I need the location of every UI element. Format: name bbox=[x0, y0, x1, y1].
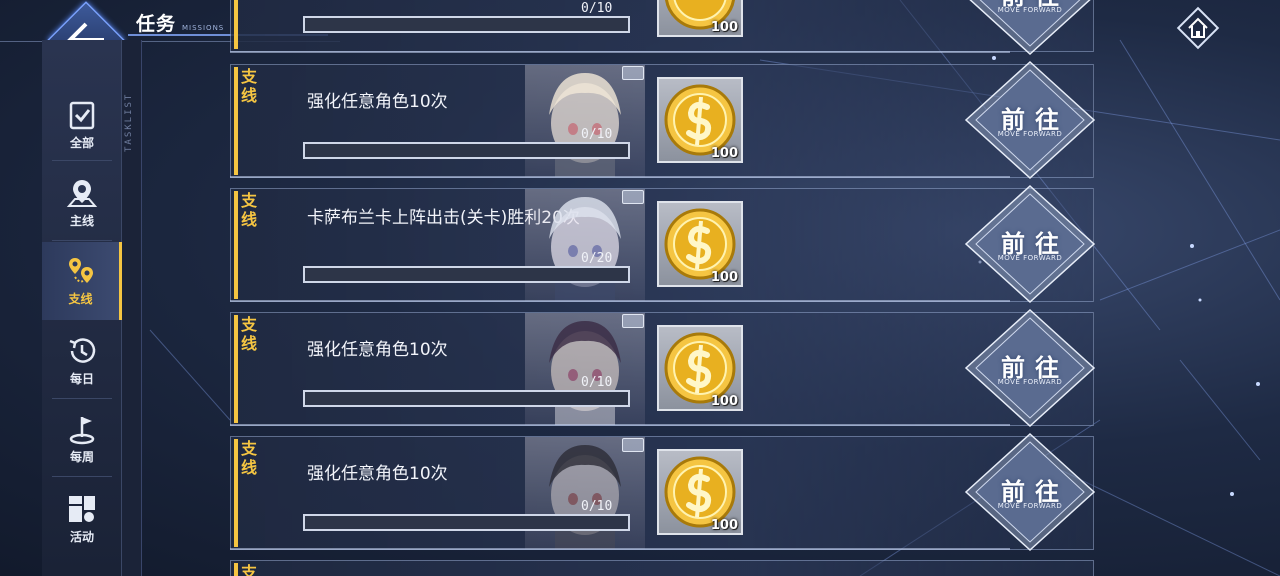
card-separator bbox=[230, 300, 1010, 302]
sidebar-item-label: 支线 bbox=[68, 292, 93, 306]
video-icon[interactable] bbox=[622, 314, 644, 328]
home-button[interactable] bbox=[1176, 6, 1220, 50]
reward-amount: 100 bbox=[710, 394, 738, 409]
go-sublabel: MOVE FORWARD bbox=[997, 254, 1063, 262]
progress-bar bbox=[303, 390, 630, 407]
reward-amount: 100 bbox=[710, 270, 738, 285]
reward-slot[interactable]: 100 bbox=[657, 77, 743, 163]
clock-history-icon bbox=[69, 338, 96, 363]
go-button[interactable]: 前往 MOVE FORWARD bbox=[964, 60, 1096, 180]
sidebar-divider bbox=[52, 398, 112, 399]
progress-text: 0/10 bbox=[581, 375, 613, 390]
character-portrait bbox=[525, 313, 645, 425]
video-icon[interactable] bbox=[622, 66, 644, 80]
character-portrait-image bbox=[549, 73, 621, 177]
reward-slot[interactable]: 100 bbox=[657, 449, 743, 535]
card-separator bbox=[230, 424, 1010, 426]
mission-type-tag: 支 bbox=[240, 563, 257, 576]
go-sublabel: MOVE FORWARD bbox=[997, 130, 1063, 138]
go-sublabel: MOVE FORWARD bbox=[997, 378, 1063, 386]
page-subtitle: MISSIONS bbox=[182, 24, 225, 32]
go-button[interactable]: 前往 MOVE FORWARD bbox=[964, 308, 1096, 428]
card-stripe bbox=[234, 191, 238, 299]
sidebar-item-label: 主线 bbox=[69, 214, 94, 228]
progress-text: 0/10 bbox=[581, 1, 613, 16]
home-icon bbox=[1176, 6, 1220, 50]
character-portrait-image bbox=[549, 197, 621, 301]
go-sublabel: MOVE FORWARD bbox=[997, 502, 1063, 510]
sidebar-divider bbox=[52, 476, 112, 477]
character-portrait bbox=[525, 65, 645, 177]
mission-type-tag: 支线 bbox=[240, 315, 257, 353]
go-button[interactable]: 前往 MOVE FORWARD bbox=[964, 432, 1096, 552]
sidebar-item-daily[interactable]: 每日 bbox=[42, 322, 122, 400]
go-button[interactable]: 前往 MOVE FORWARD bbox=[964, 0, 1096, 56]
card-separator bbox=[230, 548, 1010, 550]
reward-amount: 100 bbox=[710, 20, 738, 35]
map-pin-icon bbox=[66, 180, 98, 207]
card-stripe bbox=[234, 563, 238, 576]
activity-blocks-icon bbox=[69, 496, 95, 522]
progress-text: 0/10 bbox=[581, 127, 613, 142]
video-icon[interactable] bbox=[622, 438, 644, 452]
sidebar-item-event[interactable]: 活动 bbox=[42, 480, 122, 558]
go-button[interactable]: 前往 MOVE FORWARD bbox=[964, 184, 1096, 304]
progress-bar bbox=[303, 266, 630, 283]
sidebar-item-label: 全部 bbox=[69, 136, 94, 150]
checklist-icon bbox=[69, 101, 95, 130]
mission-type-tag: 支线 bbox=[240, 191, 257, 229]
reward-slot[interactable]: 100 bbox=[657, 201, 743, 287]
character-portrait bbox=[525, 437, 645, 549]
character-portrait bbox=[525, 189, 645, 301]
branch-pins-icon bbox=[68, 258, 93, 283]
card-stripe bbox=[234, 67, 238, 175]
sidebar-divider bbox=[52, 240, 112, 241]
page-title: 任务 bbox=[136, 13, 177, 35]
reward-amount: 100 bbox=[710, 518, 738, 533]
progress-bar bbox=[303, 142, 630, 159]
progress-bar bbox=[303, 514, 630, 531]
sidebar-item-weekly[interactable]: 每周 bbox=[42, 400, 122, 478]
reward-slot[interactable]: 100 bbox=[657, 325, 743, 411]
card-stripe bbox=[234, 439, 238, 547]
reward-amount: 100 bbox=[710, 146, 738, 161]
sidebar-item-label: 活动 bbox=[69, 530, 94, 544]
sidebar-item-side[interactable]: 支线 bbox=[42, 242, 122, 320]
reward-slot[interactable]: 100 bbox=[657, 0, 743, 37]
character-portrait-image bbox=[549, 321, 621, 425]
mission-card-partial: 支 bbox=[230, 560, 1094, 576]
card-separator bbox=[230, 176, 1010, 178]
tasklist-label: TASKLIST bbox=[124, 92, 134, 152]
character-portrait-image bbox=[549, 445, 621, 549]
progress-text: 0/10 bbox=[581, 499, 613, 514]
mission-type-tag: 支线 bbox=[240, 67, 257, 105]
sidebar-item-label: 每日 bbox=[69, 372, 94, 386]
video-icon[interactable] bbox=[622, 190, 644, 204]
sidebar-item-label: 每周 bbox=[69, 450, 94, 464]
go-sublabel: MOVE FORWARD bbox=[997, 6, 1063, 14]
card-stripe bbox=[234, 0, 238, 49]
sidebar-divider bbox=[52, 160, 112, 161]
flag-icon bbox=[69, 417, 95, 445]
progress-text: 0/20 bbox=[581, 251, 613, 266]
card-stripe bbox=[234, 315, 238, 423]
mission-type-tag: 支线 bbox=[240, 439, 257, 477]
sidebar-item-main[interactable]: 主线 bbox=[42, 164, 122, 242]
card-separator bbox=[230, 51, 1010, 53]
sidebar-item-all[interactable]: 全部 bbox=[42, 86, 122, 164]
progress-bar bbox=[303, 16, 630, 33]
